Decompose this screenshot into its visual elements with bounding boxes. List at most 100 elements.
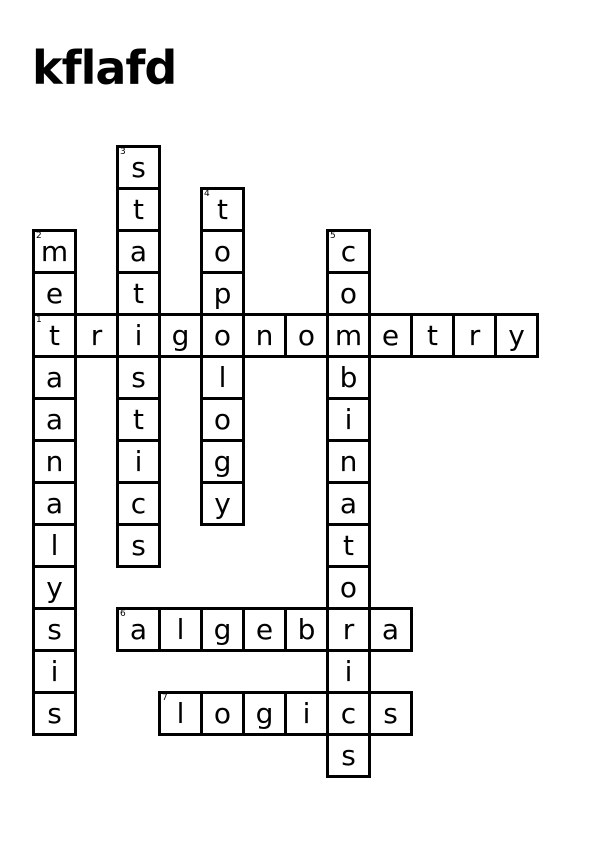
grid-cell[interactable]: r bbox=[452, 313, 497, 358]
grid-cell[interactable]: g bbox=[158, 313, 203, 358]
cell-letter: a bbox=[339, 487, 358, 520]
grid-cell[interactable]: m bbox=[326, 313, 371, 358]
cell-letter: o bbox=[213, 235, 232, 268]
grid-cell[interactable]: 6a bbox=[116, 607, 161, 652]
grid-cell[interactable]: e bbox=[368, 313, 413, 358]
grid-cell[interactable]: o bbox=[284, 313, 329, 358]
cell-letter: e bbox=[381, 319, 400, 352]
cell-letter: l bbox=[218, 361, 227, 394]
cell-letter: y bbox=[508, 319, 525, 352]
grid-cell[interactable]: s bbox=[116, 355, 161, 400]
grid-cell[interactable]: r bbox=[74, 313, 119, 358]
grid-cell[interactable]: o bbox=[200, 229, 245, 274]
cell-letter: t bbox=[217, 193, 228, 226]
grid-cell[interactable]: i bbox=[32, 649, 77, 694]
grid-cell[interactable]: n bbox=[242, 313, 287, 358]
grid-cell[interactable]: o bbox=[200, 397, 245, 442]
grid-cell[interactable]: g bbox=[242, 691, 287, 736]
cell-letter: i bbox=[344, 655, 353, 688]
grid-cell[interactable]: b bbox=[284, 607, 329, 652]
grid-cell[interactable]: 5c bbox=[326, 229, 371, 274]
grid-cell[interactable]: t bbox=[116, 397, 161, 442]
cell-letter: b bbox=[297, 613, 316, 646]
grid-cell[interactable]: i bbox=[326, 397, 371, 442]
cell-letter: t bbox=[343, 529, 354, 562]
grid-cell[interactable]: a bbox=[116, 229, 161, 274]
cell-letter: s bbox=[131, 361, 146, 394]
grid-cell[interactable]: y bbox=[32, 565, 77, 610]
cell-letter: i bbox=[344, 403, 353, 436]
cell-letter: i bbox=[50, 655, 59, 688]
cell-letter: a bbox=[45, 403, 64, 436]
grid-cell[interactable]: s bbox=[326, 733, 371, 778]
grid-cell[interactable]: p bbox=[200, 271, 245, 316]
grid-cell[interactable]: n bbox=[326, 439, 371, 484]
grid-cell[interactable]: l bbox=[158, 607, 203, 652]
grid-cell[interactable]: s bbox=[32, 607, 77, 652]
grid-cell[interactable]: g bbox=[200, 607, 245, 652]
grid-cell[interactable]: 7l bbox=[158, 691, 203, 736]
grid-cell[interactable]: c bbox=[326, 691, 371, 736]
grid-cell[interactable]: 3s bbox=[116, 145, 161, 190]
grid-cell[interactable]: o bbox=[326, 565, 371, 610]
grid-cell[interactable]: t bbox=[410, 313, 455, 358]
grid-cell[interactable]: t bbox=[326, 523, 371, 568]
cell-letter: t bbox=[133, 277, 144, 310]
cell-letter: o bbox=[213, 403, 232, 436]
cell-letter: n bbox=[45, 445, 64, 478]
grid-cell[interactable]: 1t bbox=[32, 313, 77, 358]
grid-cell[interactable]: a bbox=[326, 481, 371, 526]
grid-cell[interactable]: e bbox=[242, 607, 287, 652]
cell-letter: y bbox=[46, 571, 63, 604]
cell-letter: s bbox=[341, 739, 356, 772]
grid-cell[interactable]: i bbox=[326, 649, 371, 694]
grid-cell[interactable]: n bbox=[32, 439, 77, 484]
cell-letter: s bbox=[131, 529, 146, 562]
grid-cell[interactable]: b bbox=[326, 355, 371, 400]
grid-cell[interactable]: i bbox=[116, 313, 161, 358]
cell-letter: a bbox=[129, 613, 148, 646]
cell-letter: o bbox=[213, 319, 232, 352]
grid-cell[interactable]: a bbox=[32, 397, 77, 442]
grid-cell[interactable]: r bbox=[326, 607, 371, 652]
grid-cell[interactable]: e bbox=[32, 271, 77, 316]
cell-letter: t bbox=[133, 193, 144, 226]
cell-letter: g bbox=[213, 613, 232, 646]
grid-cell[interactable]: t bbox=[116, 271, 161, 316]
cell-letter: o bbox=[339, 277, 358, 310]
grid-cell[interactable]: 2m bbox=[32, 229, 77, 274]
grid-cell[interactable]: c bbox=[116, 481, 161, 526]
grid-cell[interactable]: y bbox=[200, 481, 245, 526]
grid-cell[interactable]: o bbox=[200, 313, 245, 358]
grid-cell[interactable]: o bbox=[200, 691, 245, 736]
cell-letter: r bbox=[468, 319, 481, 352]
cell-letter: t bbox=[133, 403, 144, 436]
cell-letter: t bbox=[427, 319, 438, 352]
grid-cell[interactable]: i bbox=[116, 439, 161, 484]
cell-letter: a bbox=[45, 487, 64, 520]
cell-letter: o bbox=[213, 697, 232, 730]
grid-cell[interactable]: a bbox=[32, 355, 77, 400]
grid-cell[interactable]: a bbox=[368, 607, 413, 652]
grid-cell[interactable]: l bbox=[32, 523, 77, 568]
grid-cell[interactable]: s bbox=[368, 691, 413, 736]
grid-cell[interactable]: a bbox=[32, 481, 77, 526]
cell-letter: c bbox=[340, 697, 357, 730]
grid-cell[interactable]: 4t bbox=[200, 187, 245, 232]
cell-letter: t bbox=[49, 319, 60, 352]
cell-letter: c bbox=[340, 235, 357, 268]
grid-cell[interactable]: i bbox=[284, 691, 329, 736]
grid-cell[interactable]: s bbox=[32, 691, 77, 736]
grid-cell[interactable]: g bbox=[200, 439, 245, 484]
cell-letter: g bbox=[171, 319, 190, 352]
grid-cell[interactable]: y bbox=[494, 313, 539, 358]
cell-letter: p bbox=[213, 277, 232, 310]
cell-letter: r bbox=[342, 613, 355, 646]
cell-letter: a bbox=[381, 613, 400, 646]
crossword-grid: 1trigonometry2meaanalysis3statstics4topl… bbox=[0, 0, 600, 849]
grid-cell[interactable]: o bbox=[326, 271, 371, 316]
grid-cell[interactable]: s bbox=[116, 523, 161, 568]
cell-letter: i bbox=[134, 319, 143, 352]
grid-cell[interactable]: t bbox=[116, 187, 161, 232]
grid-cell[interactable]: l bbox=[200, 355, 245, 400]
